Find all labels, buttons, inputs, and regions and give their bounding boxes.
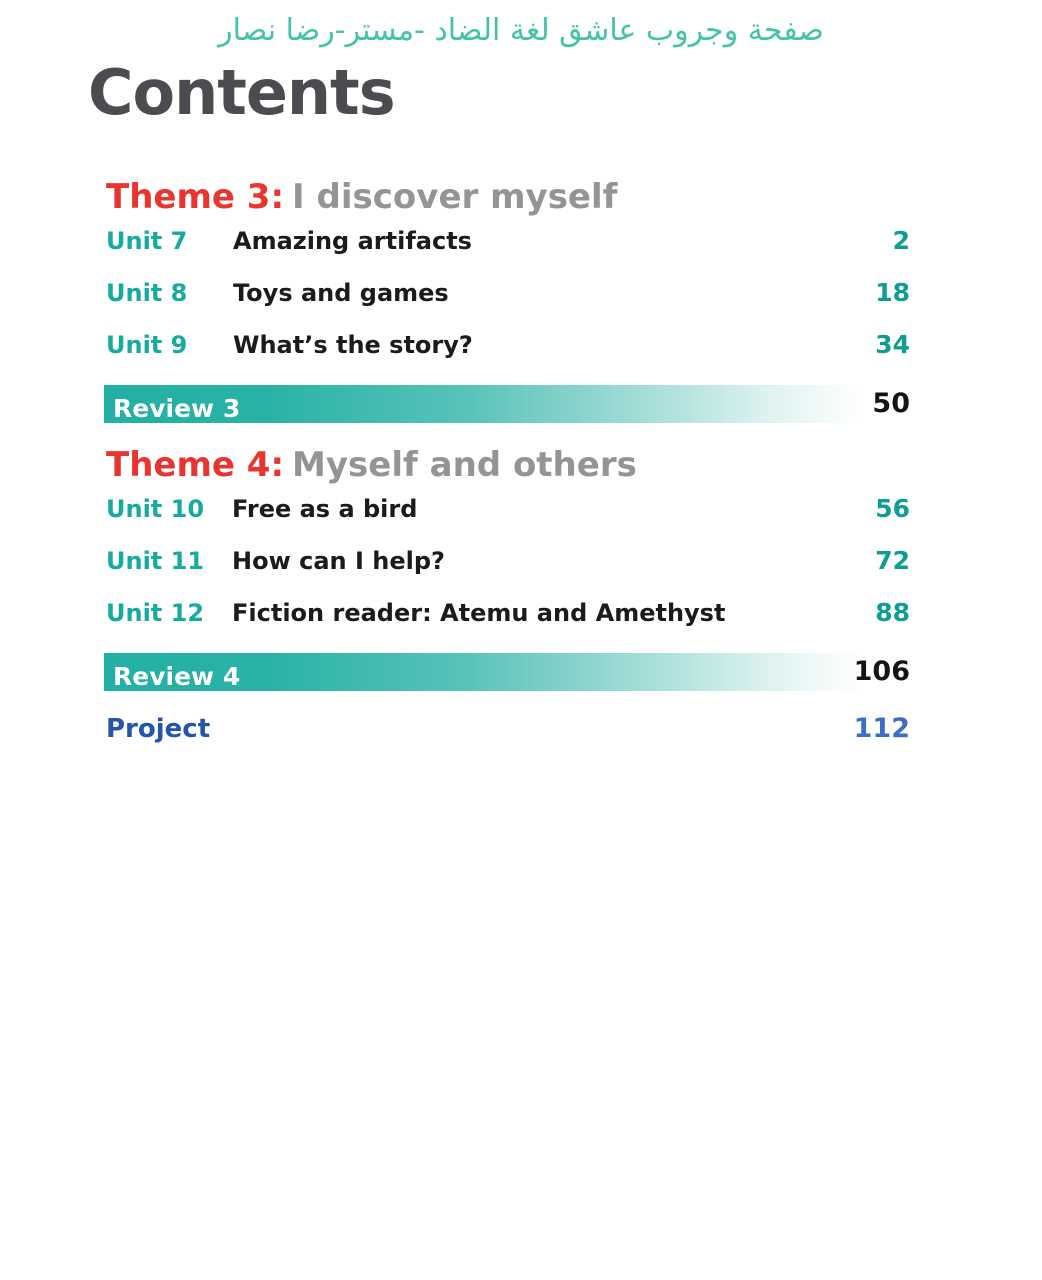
unit-label: Unit 11	[106, 547, 205, 575]
unit-title: How can I help?	[232, 547, 445, 575]
theme-heading-4: Theme 4: Myself and others	[104, 443, 910, 494]
page-number: 88	[875, 598, 910, 627]
theme-heading-3: Theme 3: I discover myself	[104, 175, 910, 226]
review-page-number: 50	[872, 388, 910, 419]
toc-row-unit-11[interactable]: Unit 11 How can I help? 72	[104, 546, 910, 598]
table-of-contents: Theme 3: I discover myself Unit 7 Amazing…	[104, 175, 910, 767]
page-number: 34	[875, 330, 910, 359]
arabic-watermark-text: صفحة وجروب عاشق لغة الضاد -مستر-رضا نصار	[218, 13, 824, 48]
toc-row-unit-8[interactable]: Unit 8 Toys and games 18	[104, 278, 910, 330]
project-page-number: 112	[853, 713, 910, 744]
toc-row-unit-12[interactable]: Unit 12 Fiction reader: Atemu and Amethy…	[104, 598, 910, 650]
unit-label: Unit 7	[106, 227, 188, 255]
theme-name: I discover myself	[292, 177, 618, 217]
page-number: 2	[892, 226, 910, 255]
unit-title: What’s the story?	[233, 331, 473, 359]
page-title: Contents	[88, 56, 396, 129]
unit-title: Fiction reader: Atemu and Amethyst	[232, 599, 726, 627]
unit-label: Unit 9	[106, 331, 188, 359]
unit-title: Amazing artifacts	[233, 227, 472, 255]
theme-block-3: Theme 3: I discover myself Unit 7 Amazing…	[104, 175, 910, 431]
page-number: 56	[875, 494, 910, 523]
unit-label: Unit 8	[106, 279, 188, 307]
toc-row-review-4[interactable]: Review 4 106	[104, 653, 910, 699]
theme-name: Myself and others	[292, 445, 637, 485]
unit-title: Free as a bird	[232, 495, 418, 523]
contents-page: صفحة وجروب عاشق لغة الضاد -مستر-رضا نصار…	[0, 0, 1042, 1280]
unit-title: Toys and games	[233, 279, 449, 307]
review-label: Review 3	[113, 393, 241, 423]
page-number: 72	[875, 546, 910, 575]
toc-row-unit-9[interactable]: Unit 9 What’s the story? 34	[104, 330, 910, 382]
unit-label: Unit 12	[106, 599, 205, 627]
review-page-number: 106	[853, 656, 910, 687]
theme-label: Theme 4:	[106, 445, 285, 485]
theme-label: Theme 3:	[106, 177, 285, 217]
unit-label: Unit 10	[106, 495, 205, 523]
toc-row-unit-10[interactable]: Unit 10 Free as a bird 56	[104, 494, 910, 546]
toc-row-project[interactable]: Project 112	[104, 705, 910, 767]
theme-block-4: Theme 4: Myself and others Unit 10 Free a…	[104, 443, 910, 699]
project-label: Project	[106, 714, 211, 744]
toc-row-unit-7[interactable]: Unit 7 Amazing artifacts 2	[104, 226, 910, 278]
review-label: Review 4	[113, 661, 241, 691]
toc-row-review-3[interactable]: Review 3 50	[104, 385, 910, 431]
page-number: 18	[875, 278, 910, 307]
